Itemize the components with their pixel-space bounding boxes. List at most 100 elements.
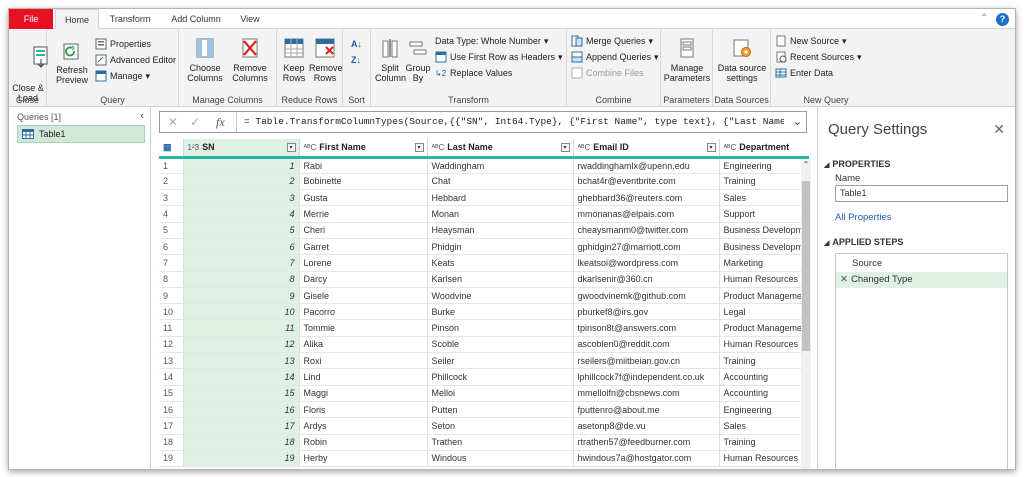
cell-first-name[interactable]: Bobinette xyxy=(299,173,428,191)
table-row[interactable]: 15 15 Maggi Melloi mmelloifn@cbsnews.com Acco… xyxy=(159,385,809,402)
cell-email-id[interactable]: mmelloifn@cbsnews.com xyxy=(573,385,720,402)
step-changed-type[interactable]: ✕ Changed Type xyxy=(836,272,1007,288)
help-icon[interactable]: ? xyxy=(996,12,1009,26)
replace-values-button[interactable]: ↳2 Replace Values xyxy=(435,66,512,80)
cell-sn[interactable]: 10 xyxy=(183,303,300,321)
cell-sn[interactable]: 11 xyxy=(183,319,300,337)
filter-dropdown-icon[interactable]: ▾ xyxy=(286,143,296,152)
table-row[interactable]: 17 17 Ardys Seton asetonp8@de.vu Sales xyxy=(159,417,809,435)
cell-first-name[interactable]: Darcy xyxy=(299,271,428,288)
group-by-button[interactable]: Group By xyxy=(405,37,431,83)
tab-view[interactable]: View xyxy=(233,9,267,29)
cell-department[interactable]: Product Management xyxy=(719,287,809,305)
cell-last-name[interactable]: Karlsen xyxy=(427,271,574,288)
cell-department[interactable]: Training xyxy=(719,173,809,191)
cell-first-name[interactable]: Pacorro xyxy=(299,303,428,321)
cell-sn[interactable]: 1 xyxy=(183,157,300,174)
cell-first-name[interactable]: Robin xyxy=(299,434,428,451)
table-row[interactable]: 1 1 Rabi Waddingham rwaddinghamlx@upenn.edu E… xyxy=(159,157,809,174)
cell-last-name[interactable]: Seton xyxy=(427,417,574,435)
cell-first-name[interactable]: Roxi xyxy=(299,352,428,370)
table-row[interactable]: 18 18 Robin Trathen rtrathen57@feedburner.co… xyxy=(159,434,809,451)
cell-email-id[interactable]: mmonanas@elpais.com xyxy=(573,205,720,223)
step-source[interactable]: Source xyxy=(836,256,1007,272)
cell-last-name[interactable]: Putten xyxy=(427,401,574,419)
cell-department[interactable]: Business Development xyxy=(719,238,809,256)
confirm-formula-icon[interactable]: ✓ xyxy=(190,115,200,129)
column-header-email-id[interactable]: ᴬᴮC Email ID ▾ xyxy=(573,139,720,159)
cell-department[interactable]: Human Resources xyxy=(719,450,809,468)
close-icon[interactable]: ✕ xyxy=(993,121,1005,138)
cell-sn[interactable]: 9 xyxy=(183,287,300,305)
cell-sn[interactable]: 8 xyxy=(183,271,300,288)
cell-sn[interactable]: 4 xyxy=(183,205,300,223)
cell-email-id[interactable]: tpinson8t@answers.com xyxy=(573,319,720,337)
cell-last-name[interactable]: Heaysman xyxy=(427,222,574,239)
cell-email-id[interactable]: ghebbard36@reuters.com xyxy=(573,189,720,207)
data-source-settings-button[interactable]: Data source settings xyxy=(715,37,769,83)
cell-email-id[interactable]: pburkef8@irs.gov xyxy=(573,303,720,321)
tab-file[interactable]: File xyxy=(9,9,53,29)
cell-sn[interactable]: 15 xyxy=(183,385,300,402)
cell-last-name[interactable]: Chat xyxy=(427,173,574,191)
cell-sn[interactable]: 13 xyxy=(183,352,300,370)
query-name-input[interactable]: Table1 xyxy=(835,185,1008,202)
table-row[interactable]: 13 13 Roxi Seiler rseilers@miitbeian.gov.cn T… xyxy=(159,352,809,370)
cell-last-name[interactable]: Burke xyxy=(427,303,574,321)
vertical-scrollbar[interactable]: ⌃ xyxy=(801,159,811,469)
cell-email-id[interactable]: rwaddinghamlx@upenn.edu xyxy=(573,157,720,174)
column-header-department[interactable]: ᴬᴮC Department xyxy=(719,139,809,159)
advanced-editor-button[interactable]: Advanced Editor xyxy=(95,53,176,67)
table-row[interactable]: 12 12 Alika Scoble ascoblen0@reddit.com Human… xyxy=(159,336,809,354)
cell-department[interactable]: Human Resources xyxy=(719,271,809,288)
table-row[interactable]: 14 14 Lind Phillcock lphillcock7f@independen… xyxy=(159,368,809,386)
new-source-button[interactable]: New Source ▾ xyxy=(775,34,847,48)
column-header-sn[interactable]: 1²3 SN ▾ xyxy=(183,139,300,159)
cell-department[interactable]: Accounting xyxy=(719,385,809,402)
cell-sn[interactable]: 2 xyxy=(183,173,300,191)
cell-sn[interactable]: 7 xyxy=(183,254,300,272)
cell-last-name[interactable]: Pinson xyxy=(427,319,574,337)
table-row[interactable]: 9 9 Gisele Woodvine gwoodvinemk@github.com Pr… xyxy=(159,287,809,305)
cell-department[interactable]: Accounting xyxy=(719,368,809,386)
cell-department[interactable]: Engineering xyxy=(719,401,809,419)
cell-last-name[interactable]: Monan xyxy=(427,205,574,223)
cell-last-name[interactable]: Phidgin xyxy=(427,238,574,256)
cell-email-id[interactable]: rtrathen57@feedburner.com xyxy=(573,434,720,451)
table-row[interactable]: 11 11 Tommie Pinson tpinson8t@answers.com Pro… xyxy=(159,319,809,337)
column-header-first-name[interactable]: ᴬᴮC First Name ▾ xyxy=(299,139,428,159)
append-queries-button[interactable]: Append Queries ▾ xyxy=(571,50,659,64)
filter-dropdown-icon[interactable]: ▾ xyxy=(560,143,570,152)
cell-last-name[interactable]: Scoble xyxy=(427,336,574,354)
cell-email-id[interactable]: lphillcock7f@independent.co.uk xyxy=(573,368,720,386)
cell-email-id[interactable]: dkarlsenir@360.cn xyxy=(573,271,720,288)
cell-department[interactable]: Engineering xyxy=(719,157,809,174)
split-column-button[interactable]: Split Column xyxy=(375,37,406,83)
cell-email-id[interactable]: lkeatsoi@wordpress.com xyxy=(573,254,720,272)
properties-section[interactable]: ◢ PROPERTIES xyxy=(824,159,890,169)
manage-button[interactable]: Manage ▾ xyxy=(95,69,150,83)
table-row[interactable]: 4 4 Merrie Monan mmonanas@elpais.com Support xyxy=(159,205,809,223)
sort-ascending-button[interactable]: A↓ xyxy=(351,37,362,51)
cell-first-name[interactable]: Herby xyxy=(299,450,428,468)
data-type-dropdown[interactable]: Data Type: Whole Number ▾ xyxy=(435,34,548,48)
cell-first-name[interactable]: Maggi xyxy=(299,385,428,402)
cell-department[interactable]: Legal xyxy=(719,303,809,321)
table-row[interactable]: 8 8 Darcy Karlsen dkarlsenir@360.cn Human Res… xyxy=(159,271,809,288)
remove-columns-button[interactable]: Remove Columns xyxy=(227,37,273,83)
combine-files-button[interactable]: Combine Files xyxy=(571,66,644,80)
cell-last-name[interactable]: Hebbard xyxy=(427,189,574,207)
cancel-formula-icon[interactable]: ✕ xyxy=(168,115,178,129)
cell-sn[interactable]: 14 xyxy=(183,368,300,386)
cell-department[interactable]: Sales xyxy=(719,417,809,435)
cell-email-id[interactable]: bchat4r@eventbrite.com xyxy=(573,173,720,191)
delete-step-icon[interactable]: ✕ xyxy=(840,274,848,285)
cell-email-id[interactable]: gwoodvinemk@github.com xyxy=(573,287,720,305)
formula-text[interactable]: = Table.TransformColumnTypes(Source,{{"S… xyxy=(244,116,784,127)
use-first-row-headers-button[interactable]: Use First Row as Headers ▾ xyxy=(435,50,563,64)
remove-rows-button[interactable]: Remove Rows xyxy=(309,37,343,83)
table-row[interactable]: 2 2 Bobinette Chat bchat4r@eventbrite.com Tra… xyxy=(159,173,809,191)
table-row[interactable]: 19 19 Herby Windous hwindous7a@hostgator.com… xyxy=(159,450,809,468)
cell-first-name[interactable]: Cheri xyxy=(299,222,428,239)
cell-first-name[interactable]: Alika xyxy=(299,336,428,354)
